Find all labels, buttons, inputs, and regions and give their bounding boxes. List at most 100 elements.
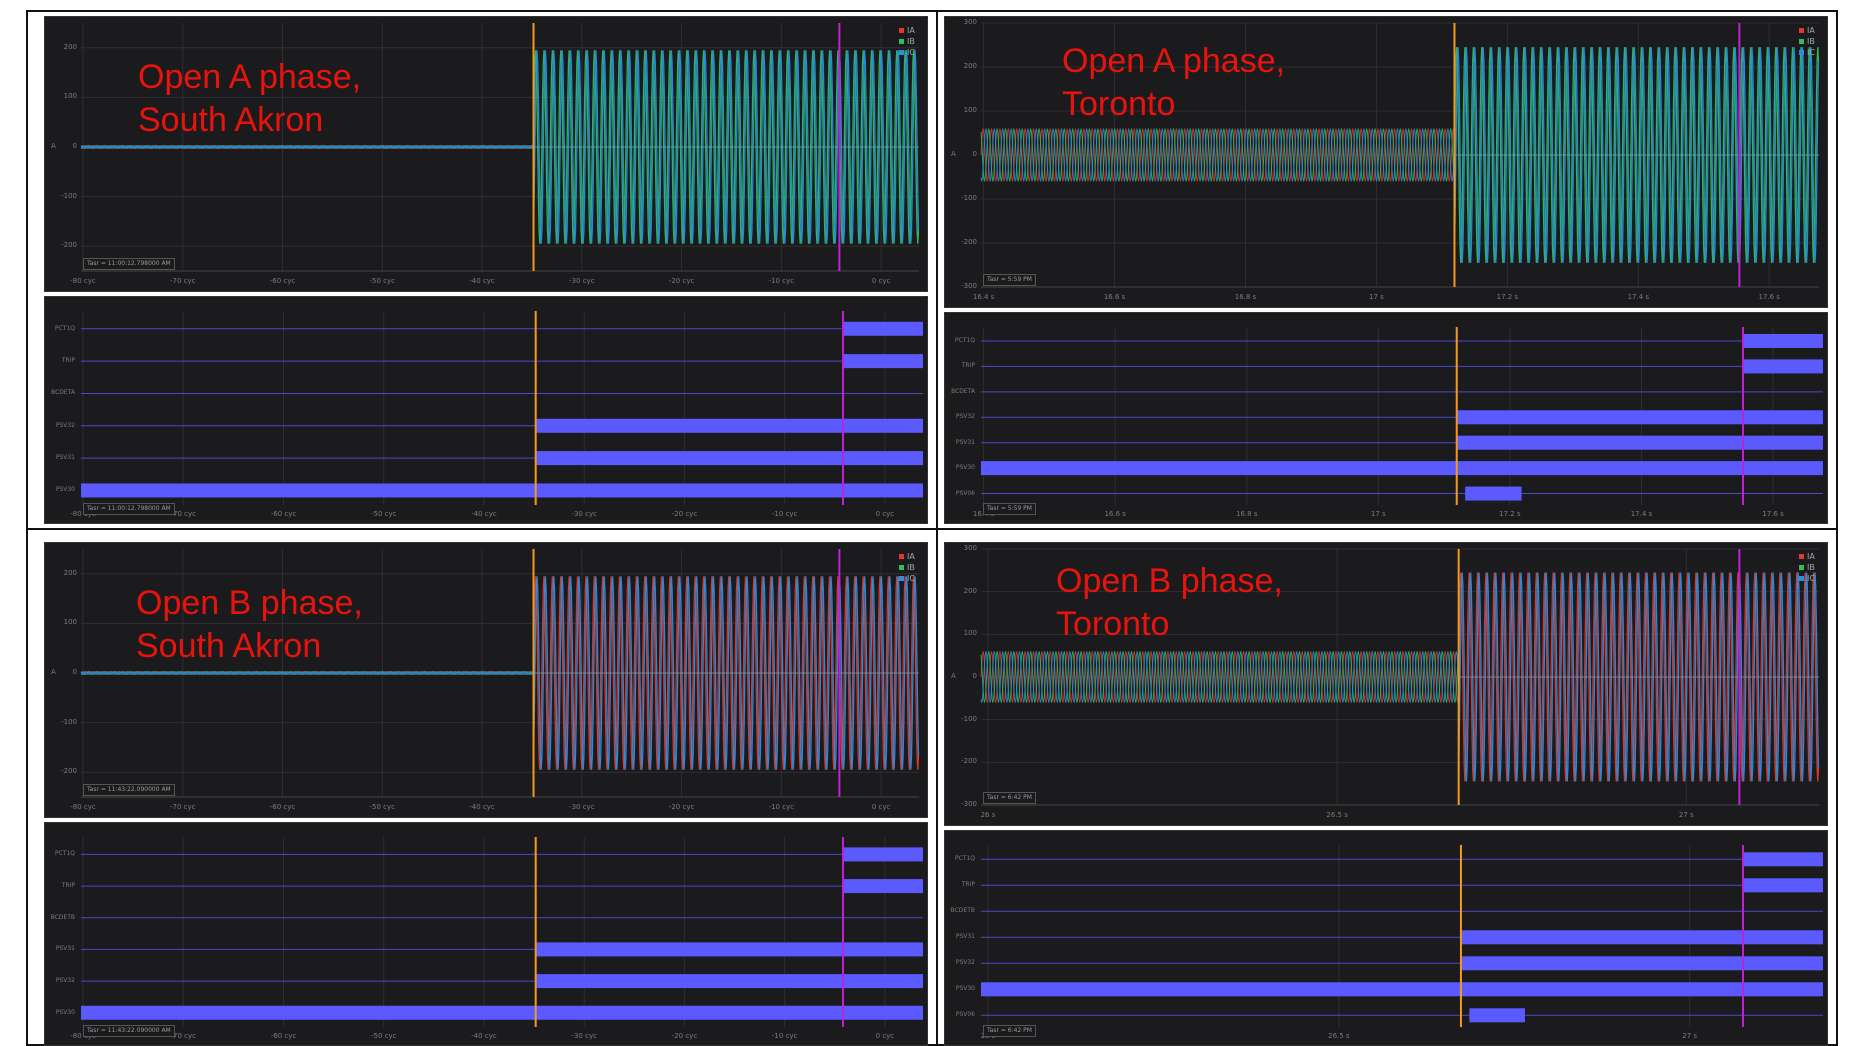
digital-tzero-label: Tasr = 11:43:22.090000 AM: [83, 1025, 175, 1037]
channel-label-trip: TRIP: [61, 882, 75, 890]
channel-label-bcdetb: BCDETB: [950, 907, 975, 915]
digital-x-tick-label: 17.2 s: [1499, 510, 1521, 518]
channel-label-trip: TRIP: [61, 357, 75, 365]
digital-x-tick-label: -10 cyc: [771, 1032, 798, 1040]
legend-label: IA: [1807, 26, 1815, 35]
legend-label: IC: [1807, 574, 1815, 583]
x-tick-label: 17.2 s: [1496, 293, 1519, 301]
channel-label-psv06: PSV06: [955, 489, 975, 497]
digital-plot-open-b-south-akron: -80 cyc-70 cyc-60 cyc-50 cyc-40 cyc-30 c…: [44, 822, 928, 1046]
x-tick-label: 16.6 s: [1103, 293, 1126, 301]
y-axis-label: A: [51, 142, 56, 150]
channel-label-psv32: PSV32: [55, 977, 75, 985]
channel-active-bar-psv31: [535, 942, 923, 957]
tzero-label: Tasr = 11:00:12.798000 AM: [83, 258, 175, 270]
legend-label: IA: [907, 552, 915, 561]
legend-label: IC: [1807, 48, 1815, 57]
y-tick-label: 100: [963, 106, 977, 114]
channel-label-psv31: PSV31: [955, 438, 975, 446]
x-tick-label: -10 cyc: [768, 803, 795, 811]
legend-swatch: [899, 565, 904, 570]
quadrant-title-open-a-toronto: Open A phase, Toronto: [1062, 42, 1286, 123]
channel-label-psv32: PSV32: [955, 959, 975, 967]
channel-label-bcdeta: BCDETA: [951, 387, 975, 395]
digital-x-tick-label: 27 s: [1682, 1032, 1698, 1040]
x-tick-label: 17.6 s: [1758, 293, 1780, 301]
y-tick-label: 200: [63, 568, 77, 577]
digital-svg: [81, 837, 923, 1027]
x-tick-label: -80 cyc: [70, 277, 96, 285]
digital-x-tick-label: -50 cyc: [370, 510, 397, 518]
horizontal-divider: [26, 528, 1838, 530]
quadrant-title-open-a-south-akron: Open A phase, South Akron: [138, 58, 362, 139]
legend-swatch: [1799, 39, 1804, 44]
channel-label-bcdeta: BCDETA: [51, 389, 75, 397]
digital-tzero-label: Tasr = 11:00:12.798000 AM: [83, 503, 175, 515]
legend-entry: IA: [1799, 551, 1829, 562]
legend-swatch: [899, 39, 904, 44]
digital-svg: [81, 311, 923, 505]
y-tick-label: -300: [961, 282, 977, 290]
x-tick-label: -40 cyc: [469, 803, 495, 811]
digital-x-tick-label: 16.8 s: [1236, 510, 1258, 518]
y-tick-label: -100: [61, 191, 77, 200]
x-tick-label: 26.5 s: [1326, 811, 1348, 819]
legend-swatch: [899, 50, 904, 55]
channel-label-trip: TRIP: [961, 362, 975, 370]
legend-swatch: [1799, 50, 1804, 55]
digital-x-tick-label: -10 cyc: [771, 510, 798, 518]
y-tick-label: -100: [61, 717, 77, 726]
legend-swatch: [899, 576, 904, 581]
legend-label: IB: [1807, 37, 1815, 46]
x-tick-label: -30 cyc: [569, 803, 595, 811]
digital-x-tick-label: 26.5 s: [1328, 1032, 1350, 1040]
legend-swatch: [899, 554, 904, 559]
legend-label: IB: [1807, 563, 1815, 572]
channel-active-bar-trip: [1743, 359, 1823, 374]
channel-label-psv30: PSV30: [55, 486, 75, 494]
legend-swatch: [1799, 576, 1804, 581]
y-axis-label: A: [951, 672, 956, 680]
channel-label-psv31: PSV31: [55, 454, 75, 462]
channel-active-bar-psv31: [1456, 435, 1823, 450]
channel-active-bar-psv31: [1460, 930, 1823, 945]
channel-active-bar-psv32: [1460, 956, 1823, 971]
channel-active-bar-psv32: [535, 974, 923, 989]
legend-swatch: [1799, 554, 1804, 559]
channel-label-bcdetb: BCDETB: [50, 913, 75, 921]
channel-active-bar-psv06: [1465, 486, 1522, 501]
digital-x-tick-label: 0 cyc: [875, 510, 895, 518]
quadrant-title-open-b-south-akron: Open B phase, South Akron: [136, 584, 363, 665]
y-tick-label: 200: [963, 586, 977, 595]
legend-entry: IA: [899, 25, 929, 36]
digital-x-tick-label: 17 s: [1370, 510, 1386, 518]
channel-active-bar-psv32: [1456, 410, 1823, 425]
y-tick-label: -200: [961, 238, 977, 246]
legend-entry: IA: [899, 551, 929, 562]
y-tick-label: 300: [963, 18, 977, 26]
y-tick-label: 100: [963, 629, 977, 638]
channel-label-psv30: PSV30: [955, 464, 975, 472]
channel-label-pct1q: PCT1Q: [54, 324, 75, 332]
digital-x-tick-label: -60 cyc: [270, 1032, 297, 1040]
digital-x-tick-label: -40 cyc: [471, 510, 497, 518]
digital-x-tick-label: 0 cyc: [875, 1032, 895, 1040]
channel-active-bar-psv30: [981, 982, 1823, 997]
channel-label-psv30: PSV30: [55, 1008, 75, 1016]
y-tick-label: -200: [961, 757, 977, 766]
x-tick-label: -20 cyc: [668, 277, 695, 285]
quadrant-title-open-b-toronto: Open B phase, Toronto: [1056, 562, 1283, 643]
x-tick-label: 16.4 s: [972, 293, 995, 301]
tzero-label: Tasr = 6:42 PM: [983, 792, 1036, 804]
digital-x-tick-label: 17.4 s: [1630, 510, 1653, 518]
channel-active-bar-pct1q: [1743, 333, 1823, 348]
channel-active-bar-psv32: [535, 418, 923, 433]
legend-label: IB: [907, 37, 915, 46]
legend-entry: IC: [899, 47, 929, 58]
legend-entry: IB: [1799, 562, 1829, 573]
x-tick-label: 0 cyc: [871, 803, 891, 811]
legend: IA IB IC: [1799, 25, 1829, 58]
channel-active-bar-trip: [1743, 878, 1823, 893]
channel-active-bar-trip: [843, 879, 923, 894]
y-tick-label: 200: [63, 42, 77, 51]
